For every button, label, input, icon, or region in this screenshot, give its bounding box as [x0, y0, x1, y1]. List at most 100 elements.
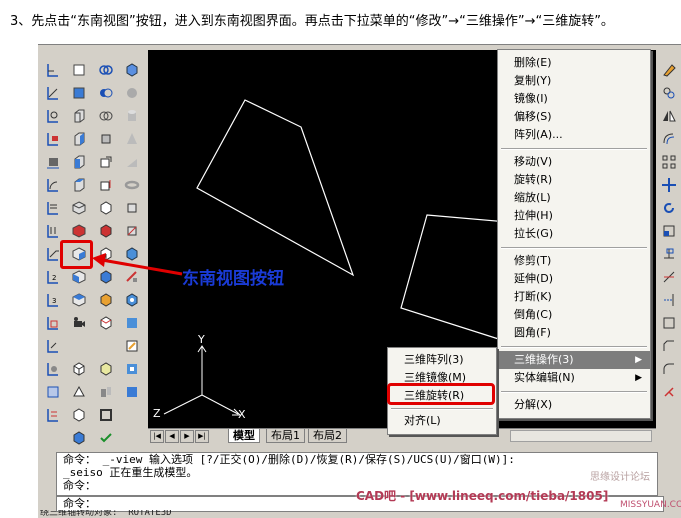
array-icon[interactable]	[658, 152, 679, 171]
offset-icon[interactable]	[658, 129, 679, 148]
render-icon[interactable]	[121, 382, 142, 401]
offset-faces-icon[interactable]	[95, 175, 116, 194]
intersect-icon[interactable]	[95, 106, 116, 125]
separate-icon[interactable]	[95, 382, 116, 401]
menu-item-fillet[interactable]: 圆角(F)	[498, 324, 650, 342]
continue-dim-icon[interactable]	[42, 221, 63, 240]
baseline-dim-icon[interactable]	[42, 198, 63, 217]
right-view-icon[interactable]	[68, 129, 89, 148]
horizontal-scrollbar[interactable]	[510, 430, 652, 442]
dim-style-icon[interactable]	[42, 382, 63, 401]
rotate-faces-icon[interactable]	[95, 221, 116, 240]
interfere-icon[interactable]	[121, 290, 142, 309]
sw-iso-view-icon[interactable]	[68, 198, 89, 217]
menu-item-offset[interactable]: 偏移(S)	[498, 108, 650, 126]
stretch-icon[interactable]	[658, 244, 679, 263]
radius-dim-icon[interactable]	[42, 129, 63, 148]
copy-icon[interactable]	[658, 83, 679, 102]
color-faces-icon[interactable]	[95, 290, 116, 309]
dim-update-icon[interactable]	[42, 359, 63, 378]
rotate-icon[interactable]	[658, 198, 679, 217]
angular-dim-icon[interactable]	[42, 175, 63, 194]
move-icon[interactable]	[658, 175, 679, 194]
box-icon[interactable]	[121, 60, 142, 79]
ordinate-dim-icon[interactable]	[42, 106, 63, 125]
extrude-faces-icon[interactable]	[95, 129, 116, 148]
menu-item-3d-operation[interactable]: 三维操作(3) ▶	[498, 351, 650, 369]
linear-dim-icon[interactable]	[42, 60, 63, 79]
delete-faces-icon[interactable]	[95, 198, 116, 217]
tab-next-button[interactable]: ▶	[180, 430, 194, 443]
tab-model[interactable]: 模型	[228, 429, 260, 443]
menu-item-stretch[interactable]: 拉伸(H)	[498, 207, 650, 225]
tab-layout2[interactable]: 布局2	[308, 429, 347, 443]
aligned-dim-icon[interactable]	[42, 83, 63, 102]
menu-item-trim[interactable]: 修剪(T)	[498, 252, 650, 270]
left-view-icon[interactable]	[68, 106, 89, 125]
nw-iso-view-icon[interactable]	[68, 290, 89, 309]
cone-wire-icon[interactable]	[68, 405, 89, 424]
front-view-icon[interactable]	[68, 152, 89, 171]
menu-item-chamfer[interactable]: 倒角(C)	[498, 306, 650, 324]
tab-prev-button[interactable]: ◀	[165, 430, 179, 443]
dim-text-edit-icon[interactable]	[42, 336, 63, 355]
explode-icon[interactable]	[658, 382, 679, 401]
center-mark-icon[interactable]: 3	[42, 290, 63, 309]
solids-box-icon[interactable]	[68, 359, 89, 378]
setup-drawing-icon[interactable]	[121, 313, 142, 332]
camera-icon[interactable]	[68, 313, 89, 332]
menu-item-scale[interactable]: 缩放(L)	[498, 189, 650, 207]
top-view-icon[interactable]	[68, 60, 89, 79]
mirror-icon[interactable]	[658, 106, 679, 125]
menu-item-break[interactable]: 打断(K)	[498, 288, 650, 306]
cone-icon[interactable]	[121, 129, 142, 148]
menu-item-lengthen[interactable]: 拉长(G)	[498, 225, 650, 243]
bottom-view-icon[interactable]	[68, 83, 89, 102]
menu-item-copy[interactable]: 复制(Y)	[498, 72, 650, 90]
setup-view-icon[interactable]	[121, 336, 142, 355]
tab-layout1[interactable]: 布局1	[266, 429, 305, 443]
check-icon[interactable]	[95, 428, 116, 447]
tolerance-icon[interactable]: 2	[42, 267, 63, 286]
tab-last-button[interactable]: ▶|	[195, 430, 209, 443]
solid-box-blue-icon[interactable]	[68, 428, 89, 447]
menu-item-array[interactable]: 阵列(A)...	[498, 126, 650, 144]
menu-item-erase[interactable]: 删除(E)	[498, 54, 650, 72]
wedge-solid-icon[interactable]	[121, 152, 142, 171]
dim-override-icon[interactable]	[42, 405, 63, 424]
setup-profile-icon[interactable]	[121, 359, 142, 378]
torus-icon[interactable]	[121, 175, 142, 194]
menu-item-explode[interactable]: 分解(X)	[498, 396, 650, 414]
subtract-icon[interactable]	[95, 83, 116, 102]
dim-edit-icon[interactable]	[42, 313, 63, 332]
break-icon[interactable]	[658, 313, 679, 332]
trim-icon[interactable]	[658, 267, 679, 286]
fillet-icon[interactable]	[658, 359, 679, 378]
move-faces-icon[interactable]	[95, 152, 116, 171]
menu-item-rotate[interactable]: 旋转(R)	[498, 171, 650, 189]
back-view-icon[interactable]	[68, 175, 89, 194]
submenu-item-align[interactable]: 对齐(L)	[388, 412, 496, 430]
wedge-icon[interactable]	[68, 382, 89, 401]
ne-iso-view-icon[interactable]	[68, 267, 89, 286]
extrude-icon[interactable]	[121, 198, 142, 217]
sphere-icon[interactable]	[121, 83, 142, 102]
imprint-icon[interactable]	[95, 313, 116, 332]
diameter-dim-icon[interactable]	[42, 152, 63, 171]
menu-item-solids-editing[interactable]: 实体编辑(N) ▶	[498, 369, 650, 387]
cylinder-icon[interactable]	[121, 106, 142, 125]
erase-icon[interactable]	[658, 60, 679, 79]
clean-icon[interactable]	[95, 359, 116, 378]
shell-icon[interactable]	[95, 405, 116, 424]
menu-item-extend[interactable]: 延伸(D)	[498, 270, 650, 288]
revolve-icon[interactable]	[121, 221, 142, 240]
se-iso-view-icon-alt[interactable]	[68, 221, 89, 240]
tab-first-button[interactable]: |◀	[150, 430, 164, 443]
extend-icon[interactable]	[658, 290, 679, 309]
chamfer-icon[interactable]	[658, 336, 679, 355]
menu-item-mirror[interactable]: 镜像(I)	[498, 90, 650, 108]
menu-item-move[interactable]: 移动(V)	[498, 153, 650, 171]
union-icon[interactable]	[95, 60, 116, 79]
submenu-item-3darray[interactable]: 三维阵列(3)	[388, 351, 496, 369]
scale-icon[interactable]	[658, 221, 679, 240]
